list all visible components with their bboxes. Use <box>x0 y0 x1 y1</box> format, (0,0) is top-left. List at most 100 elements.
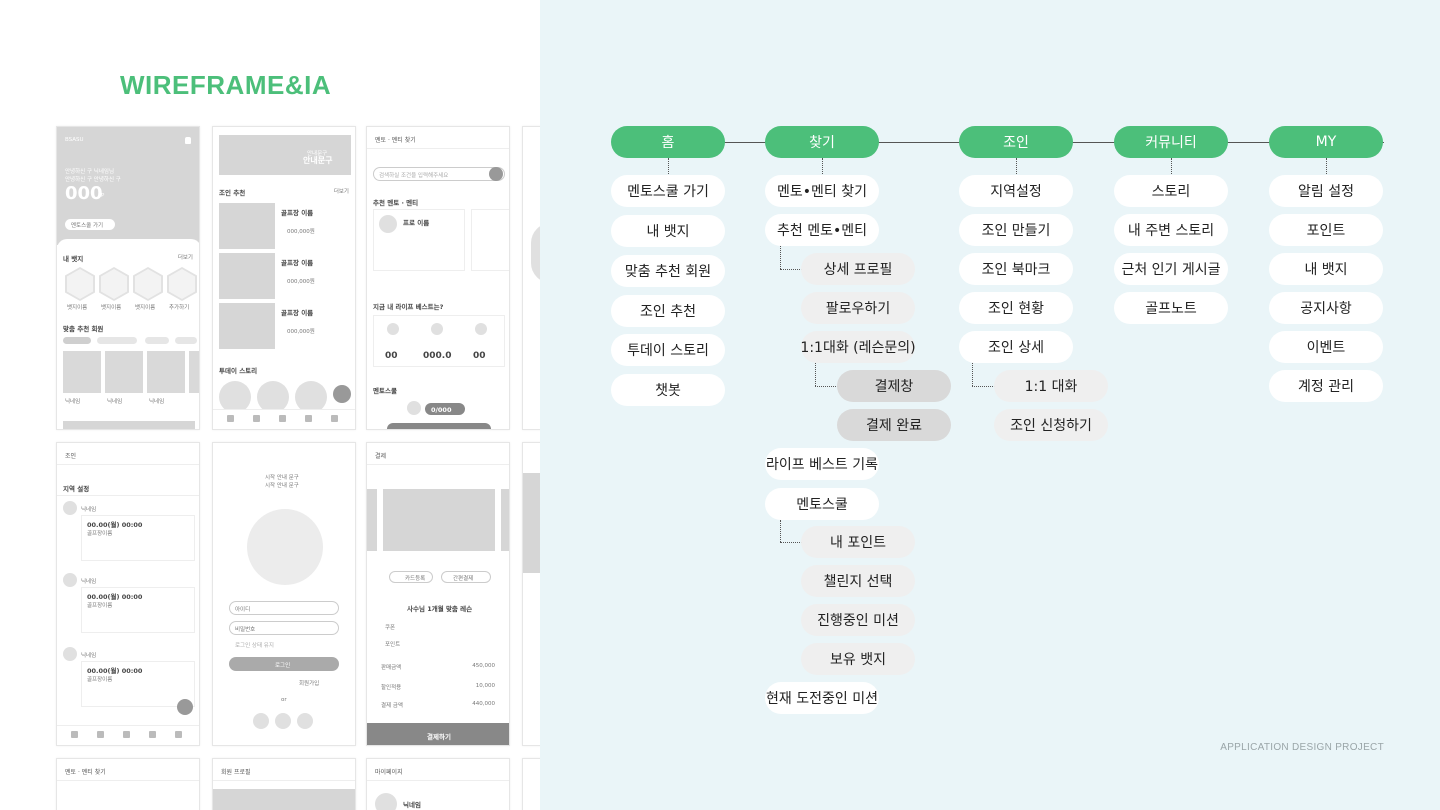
ia-node: 팔로우하기 <box>801 292 915 324</box>
ia-node: 내 포인트 <box>801 526 915 558</box>
ia-node: 지역설정 <box>959 175 1073 207</box>
badge-label: 뱃지이름 <box>101 305 122 311</box>
login-button[interactable]: 로그인 <box>275 661 290 669</box>
connector <box>972 386 995 387</box>
badge-hex-2[interactable] <box>99 267 129 301</box>
ia-node: 멘토스쿨 <box>765 488 879 520</box>
bell-icon[interactable] <box>185 137 191 144</box>
chatbot-icon[interactable] <box>177 699 193 715</box>
connector <box>780 542 802 543</box>
ia-node: 포인트 <box>1269 214 1383 246</box>
price-text: 000,000원 <box>287 229 315 235</box>
ia-header-my: MY <box>1269 126 1383 158</box>
ia-node: 내 뱃지 <box>1269 253 1383 285</box>
member-nick: 닉네임 <box>81 653 97 659</box>
intro-text: 시작 안내 문구 <box>265 475 299 481</box>
today-story-heading: 투데이 스토리 <box>219 367 258 375</box>
pay-button[interactable]: 결제하기 <box>427 731 451 741</box>
brand-label: BSASU <box>65 137 84 143</box>
member-nick: 닉네임 <box>65 399 81 405</box>
ia-node: 챗봇 <box>611 374 725 406</box>
badge-hex-1[interactable] <box>65 267 95 301</box>
ia-node: 내 뱃지 <box>611 215 725 247</box>
screen-header: 회원 프로필 <box>213 759 355 781</box>
my-badge-heading: 내 뱃지 <box>63 255 84 263</box>
member-nick: 닉네임 <box>81 579 97 585</box>
ia-node: 결제창 <box>837 370 951 402</box>
connector <box>815 386 838 387</box>
connector <box>1016 158 1017 176</box>
points-bubble: 0/000 <box>431 406 452 414</box>
ia-node: 현재 도전중인 미션 <box>765 682 879 714</box>
discount-label: 할인적용 <box>381 685 402 691</box>
ia-header-community: 커뮤니티 <box>1114 126 1228 158</box>
golf-course-name: 골프장 이름 <box>281 259 314 267</box>
profile-name: 프로 이름 <box>403 219 430 227</box>
join-datetime: 00.00(월) 00:00 <box>87 521 143 529</box>
screen-header: 조인 <box>57 443 199 465</box>
greeting-text: 안녕하신 구 닉네임님 <box>65 169 115 175</box>
stat-value: 00 <box>473 351 486 361</box>
ia-node: 계정 관리 <box>1269 370 1383 402</box>
discount-value: 10,000 <box>475 683 495 689</box>
intro-text: 시작 안내 문구 <box>265 483 299 489</box>
wireframe-mypage: 마이페이지 닉네임 <box>366 758 510 810</box>
amount-value: 450,000 <box>472 663 495 669</box>
connector <box>668 158 669 176</box>
signup-link[interactable]: 회원가입 <box>299 679 319 687</box>
badge-hex-3[interactable] <box>133 267 163 301</box>
wireframe-home: BSASU 안녕하신 구 닉네임님 안녕하신 구 안녕하신 구 000 P 멘토… <box>56 126 200 430</box>
connector <box>972 363 973 386</box>
coupon-label: 쿠폰 <box>385 625 396 631</box>
connector <box>822 158 823 176</box>
id-input[interactable]: 아이디 <box>235 605 250 613</box>
connector <box>780 246 781 269</box>
mentor-school-button[interactable]: 멘토스쿨 가기 <box>71 221 103 229</box>
badge-add-hex[interactable] <box>167 267 197 301</box>
wireframe-mentor-find-2: 멘토 · 멘티 찾기 <box>56 758 200 810</box>
amount-label: 판매금액 <box>381 665 402 671</box>
connector <box>1326 158 1327 176</box>
ia-node: 1:1대화 (레슨문의) <box>800 331 916 363</box>
ia-node: 스토리 <box>1114 175 1228 207</box>
ia-node: 조인 추천 <box>611 295 725 327</box>
more-link[interactable]: 더보기 <box>178 253 193 261</box>
ia-node: 조인 현황 <box>959 292 1073 324</box>
points-unit: P <box>101 193 105 199</box>
wireframe-gallery: BSASU 안녕하신 구 닉네임님 안녕하신 구 안녕하신 구 000 P 멘토… <box>0 0 540 810</box>
ia-node: 내 주변 스토리 <box>1114 214 1228 246</box>
simple-pay-button[interactable]: 간편결제 <box>453 574 473 582</box>
password-input[interactable]: 비밀번호 <box>235 625 255 633</box>
search-input[interactable]: 검색하실 조건을 입력해주세요 <box>379 171 448 179</box>
stat-value: 000.0 <box>423 351 452 361</box>
ia-node: 공지사항 <box>1269 292 1383 324</box>
join-datetime: 00.00(월) 00:00 <box>87 667 143 675</box>
more-link[interactable]: 더보기 <box>334 187 349 195</box>
badge-label: 뱃지이름 <box>135 305 156 311</box>
golf-course-name: 골프장이름 <box>87 531 113 537</box>
ia-node: 골프노트 <box>1114 292 1228 324</box>
badge-label: 뱃지이름 <box>67 305 88 311</box>
ia-node: 조인 상세 <box>959 331 1073 363</box>
ia-node: 멘토스쿨 가기 <box>611 175 725 207</box>
member-nick: 닉네임 <box>107 399 123 405</box>
join-datetime: 00.00(월) 00:00 <box>87 593 143 601</box>
region-select[interactable]: 지역 설정 <box>63 483 89 493</box>
points-label: 포인트 <box>385 642 401 648</box>
logo-placeholder <box>247 509 323 585</box>
banner-text: 안내문구 <box>303 156 333 165</box>
total-value: 440,000 <box>472 701 495 707</box>
card-register-button[interactable]: 카드등록 <box>405 574 425 582</box>
stat-value: 00 <box>385 351 398 361</box>
ia-node: 진행중인 미션 <box>801 604 915 636</box>
ia-node: 상세 프로필 <box>801 253 915 285</box>
search-icon[interactable] <box>489 167 503 181</box>
connector <box>780 269 802 270</box>
member-nick: 닉네임 <box>81 507 97 513</box>
ia-node: 알림 설정 <box>1269 175 1383 207</box>
footer-label: APPLICATION DESIGN PROJECT <box>1220 742 1384 753</box>
auto-login-checkbox[interactable]: 로그인 상태 유지 <box>235 641 274 649</box>
ia-node: 결제 완료 <box>837 409 951 441</box>
price-text: 000,000원 <box>287 329 315 335</box>
wireframe-partial-2 <box>522 442 540 746</box>
